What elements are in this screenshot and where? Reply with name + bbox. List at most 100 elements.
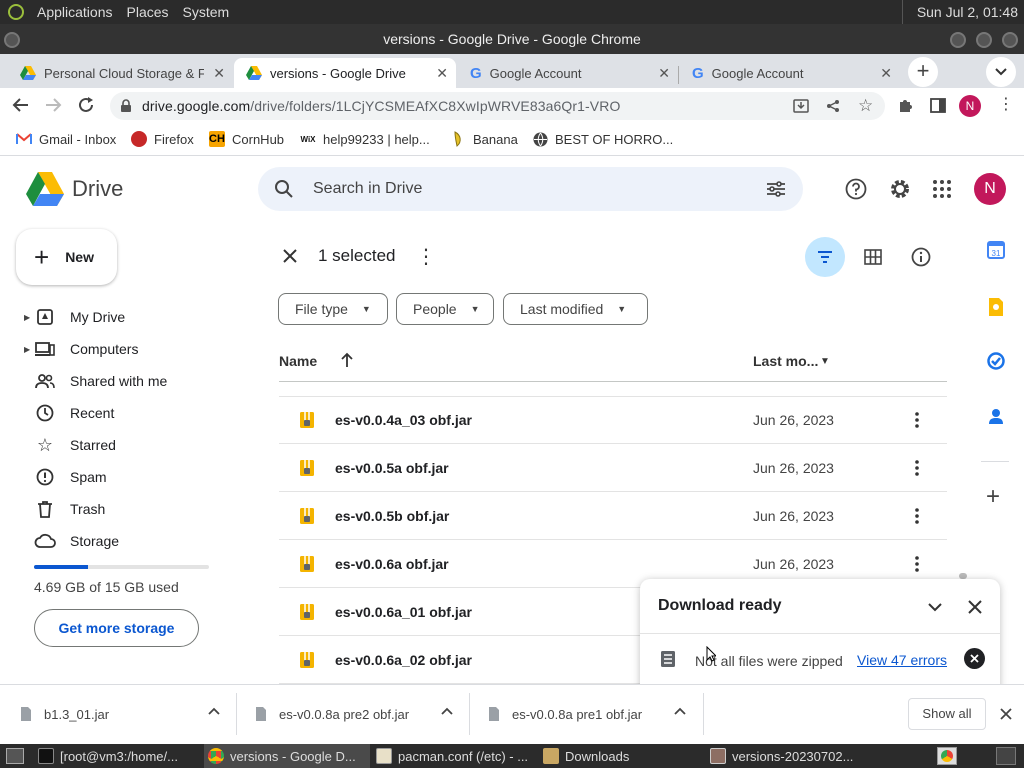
nav-shared-with-me[interactable]: Shared with me (24, 369, 167, 393)
chevron-up-icon[interactable] (674, 707, 686, 715)
apps-grid-icon[interactable] (933, 180, 951, 198)
taskbar-item-archive[interactable]: versions-20230702... (710, 744, 870, 768)
bookmark-firefox[interactable]: Firefox (131, 131, 194, 147)
download-item[interactable]: es-v0.0.8a pre1 obf.jar (488, 685, 686, 743)
forward-button[interactable] (44, 96, 62, 114)
view-errors-link[interactable]: View 47 errors (857, 652, 947, 668)
browser-menu-icon[interactable]: ⋮ (998, 95, 1014, 115)
file-row[interactable]: es-v0.0.5b obf.jar Jun 26, 2023 (279, 492, 947, 540)
window-menu-button[interactable] (4, 32, 20, 48)
filter-toggle-button[interactable] (805, 237, 845, 277)
close-shelf-icon[interactable] (1000, 708, 1012, 720)
filter-last-modified[interactable]: Last modified ▼ (503, 293, 648, 325)
extensions-icon[interactable] (897, 97, 914, 114)
grid-view-icon[interactable] (864, 249, 882, 265)
bookmark-gmail[interactable]: Gmail - Inbox (16, 131, 116, 147)
system-menu[interactable]: System (178, 0, 235, 24)
close-icon[interactable]: ✕ (213, 65, 225, 82)
maximize-button[interactable] (976, 32, 992, 48)
expand-arrow-icon[interactable]: ▶ (24, 313, 34, 322)
chevron-up-icon[interactable] (208, 707, 220, 715)
more-actions-icon[interactable] (915, 556, 919, 572)
tab-google-account-2[interactable]: G Google Account ✕ (680, 58, 900, 88)
close-window-button[interactable] (1002, 32, 1018, 48)
more-actions-icon[interactable] (915, 508, 919, 524)
share-icon[interactable] (826, 99, 840, 113)
clear-selection-close-icon[interactable] (282, 248, 298, 264)
taskbar-item-chrome[interactable]: versions - Google D... (204, 744, 370, 768)
minimize-button[interactable] (950, 32, 966, 48)
drive-logo[interactable]: Drive (26, 172, 123, 206)
settings-gear-icon[interactable] (889, 178, 911, 200)
help-icon[interactable] (845, 178, 867, 200)
caret-down-icon[interactable]: ▼ (820, 356, 830, 367)
close-icon[interactable]: ✕ (880, 65, 892, 82)
applications-menu[interactable]: Applications (32, 0, 118, 24)
more-actions-icon[interactable] (915, 460, 919, 476)
taskbar-item-editor[interactable]: pacman.conf (/etc) - ... (376, 744, 536, 768)
more-actions-icon[interactable] (915, 412, 919, 428)
details-info-icon[interactable] (911, 247, 931, 267)
trash-applet-icon[interactable] (996, 747, 1016, 765)
dismiss-error-icon[interactable] (964, 648, 985, 669)
calendar-icon[interactable]: 31 (987, 241, 1005, 259)
clock[interactable]: Sun Jul 2, 01:48 (901, 0, 1024, 24)
show-all-downloads-button[interactable]: Show all (908, 698, 986, 730)
download-item[interactable]: es-v0.0.8a pre2 obf.jar (255, 685, 453, 743)
install-icon[interactable] (793, 99, 809, 113)
close-icon[interactable]: ✕ (658, 65, 670, 82)
nav-computers[interactable]: ▶ Computers (24, 337, 138, 361)
download-item[interactable]: b1.3_01.jar (20, 685, 220, 743)
nav-my-drive[interactable]: ▶ My Drive (24, 305, 125, 329)
taskbar-item-terminal[interactable]: [root@vm3:/home/... (38, 744, 202, 768)
reload-button[interactable] (77, 96, 95, 114)
show-desktop-icon[interactable] (6, 748, 24, 764)
column-header-name[interactable]: Name (279, 353, 317, 369)
close-panel-icon[interactable] (968, 600, 982, 614)
filter-file-type[interactable]: File type ▼ (278, 293, 388, 325)
tasks-icon[interactable] (987, 352, 1005, 370)
search-input[interactable]: Search in Drive (313, 180, 422, 198)
places-menu[interactable]: Places (122, 0, 174, 24)
side-panel-icon[interactable] (930, 98, 946, 113)
close-icon[interactable]: ✕ (436, 65, 448, 82)
tab-personal-cloud-storage[interactable]: Personal Cloud Storage & F ✕ (8, 58, 233, 88)
filter-people[interactable]: People ▼ (396, 293, 494, 325)
expand-arrow-icon[interactable]: ▶ (24, 345, 34, 354)
bookmark-banana[interactable]: Banana (450, 131, 518, 147)
tab-google-account-1[interactable]: G Google Account ✕ (458, 58, 678, 88)
contacts-icon[interactable] (987, 407, 1005, 425)
keep-icon[interactable] (987, 297, 1005, 317)
search-options-icon[interactable] (766, 180, 786, 198)
profile-avatar[interactable]: N (959, 95, 981, 117)
selection-more-actions-icon[interactable]: ⋮ (416, 244, 436, 269)
chevron-up-icon[interactable] (441, 707, 453, 715)
address-bar[interactable]: drive.google.com/drive/folders/1LCjYCSME… (110, 92, 885, 120)
bookmark-help99233[interactable]: WiX help99233 | help... (300, 131, 429, 147)
workspace-switcher[interactable] (937, 747, 957, 765)
bookmark-star-icon[interactable]: ☆ (858, 96, 873, 116)
sort-ascending-arrow-icon[interactable] (340, 352, 354, 368)
nav-storage[interactable]: Storage (24, 529, 119, 553)
add-app-plus-icon[interactable]: + (986, 485, 1000, 509)
nav-trash[interactable]: Trash (24, 497, 105, 521)
taskbar-item-downloads[interactable]: Downloads (543, 744, 693, 768)
drive-search-box[interactable]: Search in Drive (258, 167, 803, 211)
site-info-icon[interactable] (120, 99, 132, 113)
nav-spam[interactable]: Spam (24, 465, 107, 489)
column-header-last-modified[interactable]: Last mo... (753, 353, 818, 369)
bookmark-cornhub[interactable]: CH CornHub (209, 131, 284, 147)
bookmark-best-of-horror[interactable]: BEST OF HORRO... (532, 131, 673, 147)
tab-versions-google-drive[interactable]: versions - Google Drive ✕ (234, 58, 456, 88)
file-row[interactable]: es-v0.0.5a obf.jar Jun 26, 2023 (279, 444, 947, 492)
system-logo-icon[interactable] (8, 4, 24, 20)
nav-recent[interactable]: Recent (24, 401, 114, 425)
file-row[interactable]: es-v0.0.4a_03 obf.jar Jun 26, 2023 (279, 396, 947, 444)
account-avatar[interactable]: N (974, 173, 1006, 205)
collapse-chevron-down-icon[interactable] (928, 603, 942, 612)
get-more-storage-button[interactable]: Get more storage (34, 609, 199, 647)
nav-starred[interactable]: ☆ Starred (24, 433, 116, 457)
search-icon[interactable] (274, 179, 294, 199)
new-button[interactable]: + New (16, 229, 117, 285)
new-tab-button[interactable]: + (908, 57, 938, 87)
